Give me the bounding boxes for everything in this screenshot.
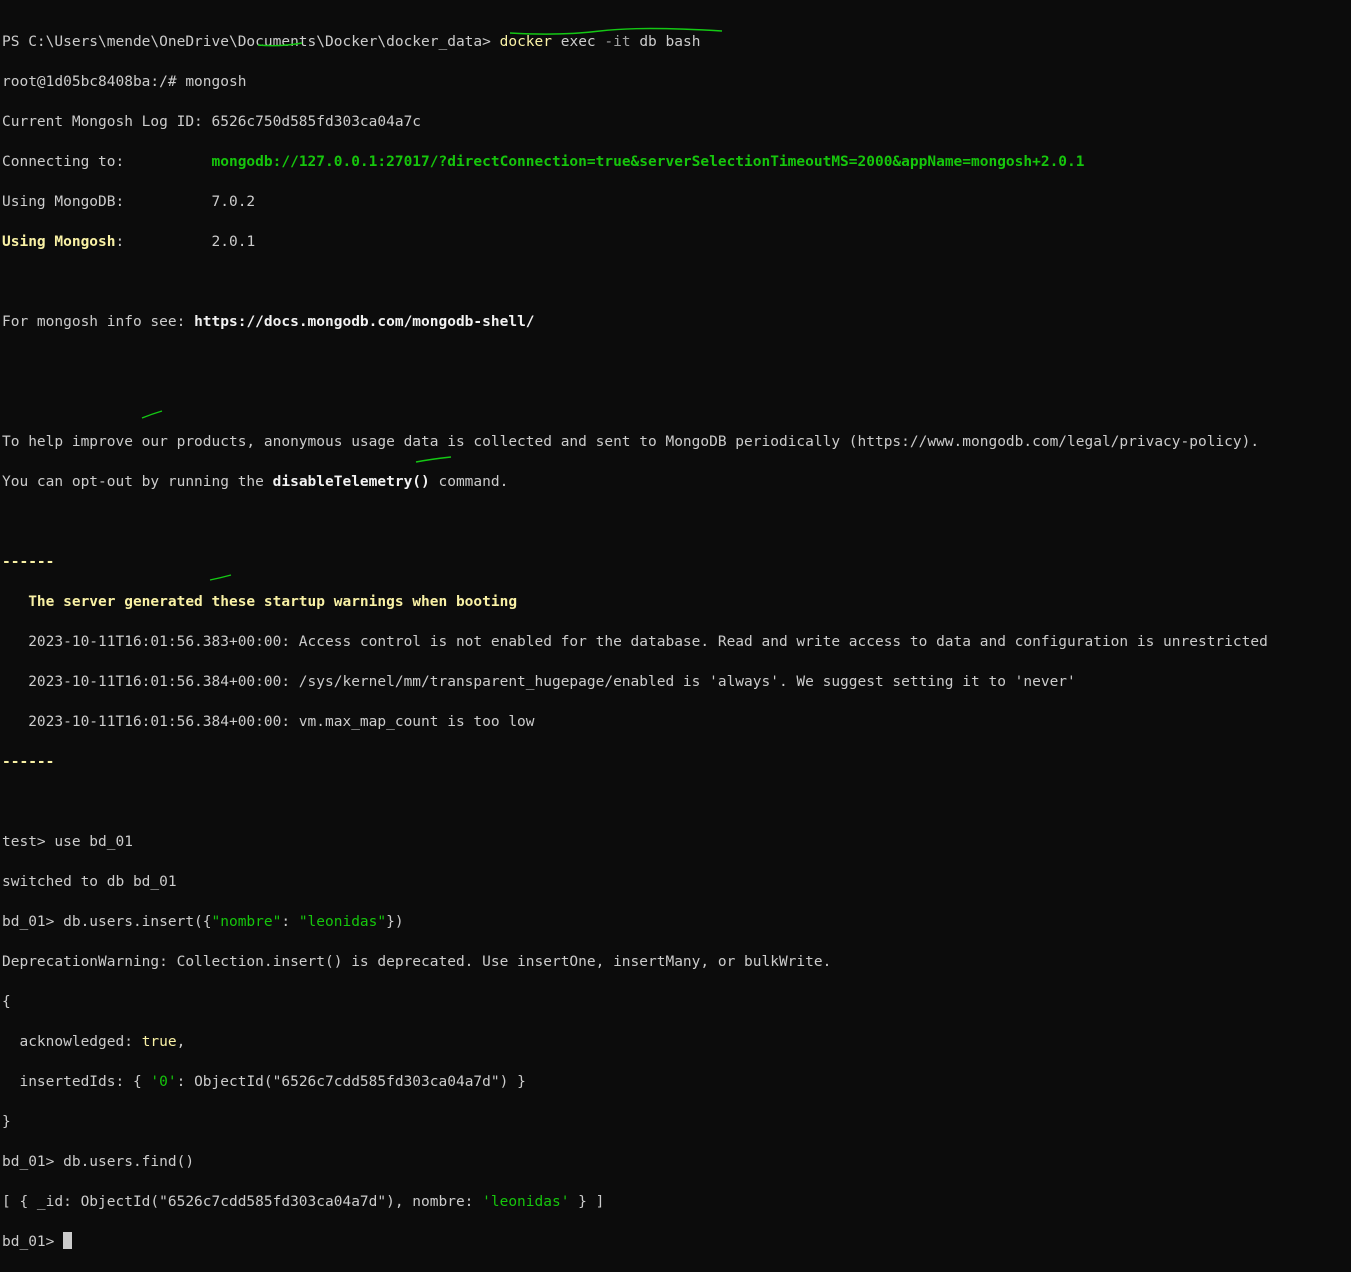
mongosh-version-line: Using Mongosh: 2.0.1 bbox=[2, 234, 256, 250]
warning-line: 2023-10-11T16:01:56.383+00:00: Access co… bbox=[2, 634, 1268, 650]
separator-bottom: ------ bbox=[2, 754, 55, 770]
use-db-command: test> use bd_01 bbox=[2, 834, 133, 850]
powershell-command-line: PS C:\Users\mende\OneDrive\Documents\Doc… bbox=[2, 34, 701, 50]
find-result: [ { _id: ObjectId("6526c7cdd585fd303ca04… bbox=[2, 1194, 605, 1210]
warning-line: 2023-10-11T16:01:56.384+00:00: /sys/kern… bbox=[2, 674, 1076, 690]
powershell-prompt: PS C:\Users\mende\OneDrive\Documents\Doc… bbox=[2, 34, 500, 50]
warning-line: 2023-10-11T16:01:56.384+00:00: vm.max_ma… bbox=[2, 714, 535, 730]
deprecation-warning: DeprecationWarning: Collection.insert() … bbox=[2, 954, 832, 970]
bash-mongosh-command: root@1d05bc8408ba:/# mongosh bbox=[2, 74, 247, 90]
warnings-title: The server generated these startup warni… bbox=[2, 594, 518, 610]
text-cursor bbox=[63, 1232, 73, 1249]
separator-top: ------ bbox=[2, 554, 55, 570]
connection-uri: mongodb://127.0.0.1:27017/?directConnect… bbox=[211, 154, 1085, 170]
insert-command: bd_01> db.users.insert({"nombre": "leoni… bbox=[2, 914, 404, 930]
result-brace-close: } bbox=[2, 1114, 11, 1130]
mongodb-version-line: Using MongoDB: 7.0.2 bbox=[2, 194, 256, 210]
switched-db-output: switched to db bd_01 bbox=[2, 874, 177, 890]
mongosh-prompt: bd_01> bbox=[2, 1234, 64, 1250]
active-prompt-line[interactable]: bd_01> bbox=[2, 1232, 1347, 1252]
find-command: bd_01> db.users.find() bbox=[2, 1154, 203, 1170]
opt-out-line: You can opt-out by running the disableTe… bbox=[2, 474, 509, 490]
command-flag: -it bbox=[604, 34, 631, 50]
terminal-output[interactable]: PS C:\Users\mende\OneDrive\Documents\Doc… bbox=[2, 12, 1347, 1272]
inserted-ids-line: insertedIds: { '0': ObjectId("6526c7cdd5… bbox=[2, 1074, 526, 1090]
command-docker: docker bbox=[499, 34, 552, 50]
disable-telemetry-command: disableTelemetry() bbox=[272, 474, 430, 490]
acknowledged-line: acknowledged: true, bbox=[2, 1034, 186, 1050]
info-line: For mongosh info see: https://docs.mongo… bbox=[2, 314, 535, 330]
log-id-line: Current Mongosh Log ID: 6526c750d585fd30… bbox=[2, 114, 422, 130]
result-brace-open: { bbox=[2, 994, 11, 1010]
docs-link[interactable]: https://docs.mongodb.com/mongodb-shell/ bbox=[194, 314, 534, 330]
connecting-line: Connecting to: mongodb://127.0.0.1:27017… bbox=[2, 154, 1085, 170]
telemetry-notice: To help improve our products, anonymous … bbox=[2, 434, 1260, 450]
